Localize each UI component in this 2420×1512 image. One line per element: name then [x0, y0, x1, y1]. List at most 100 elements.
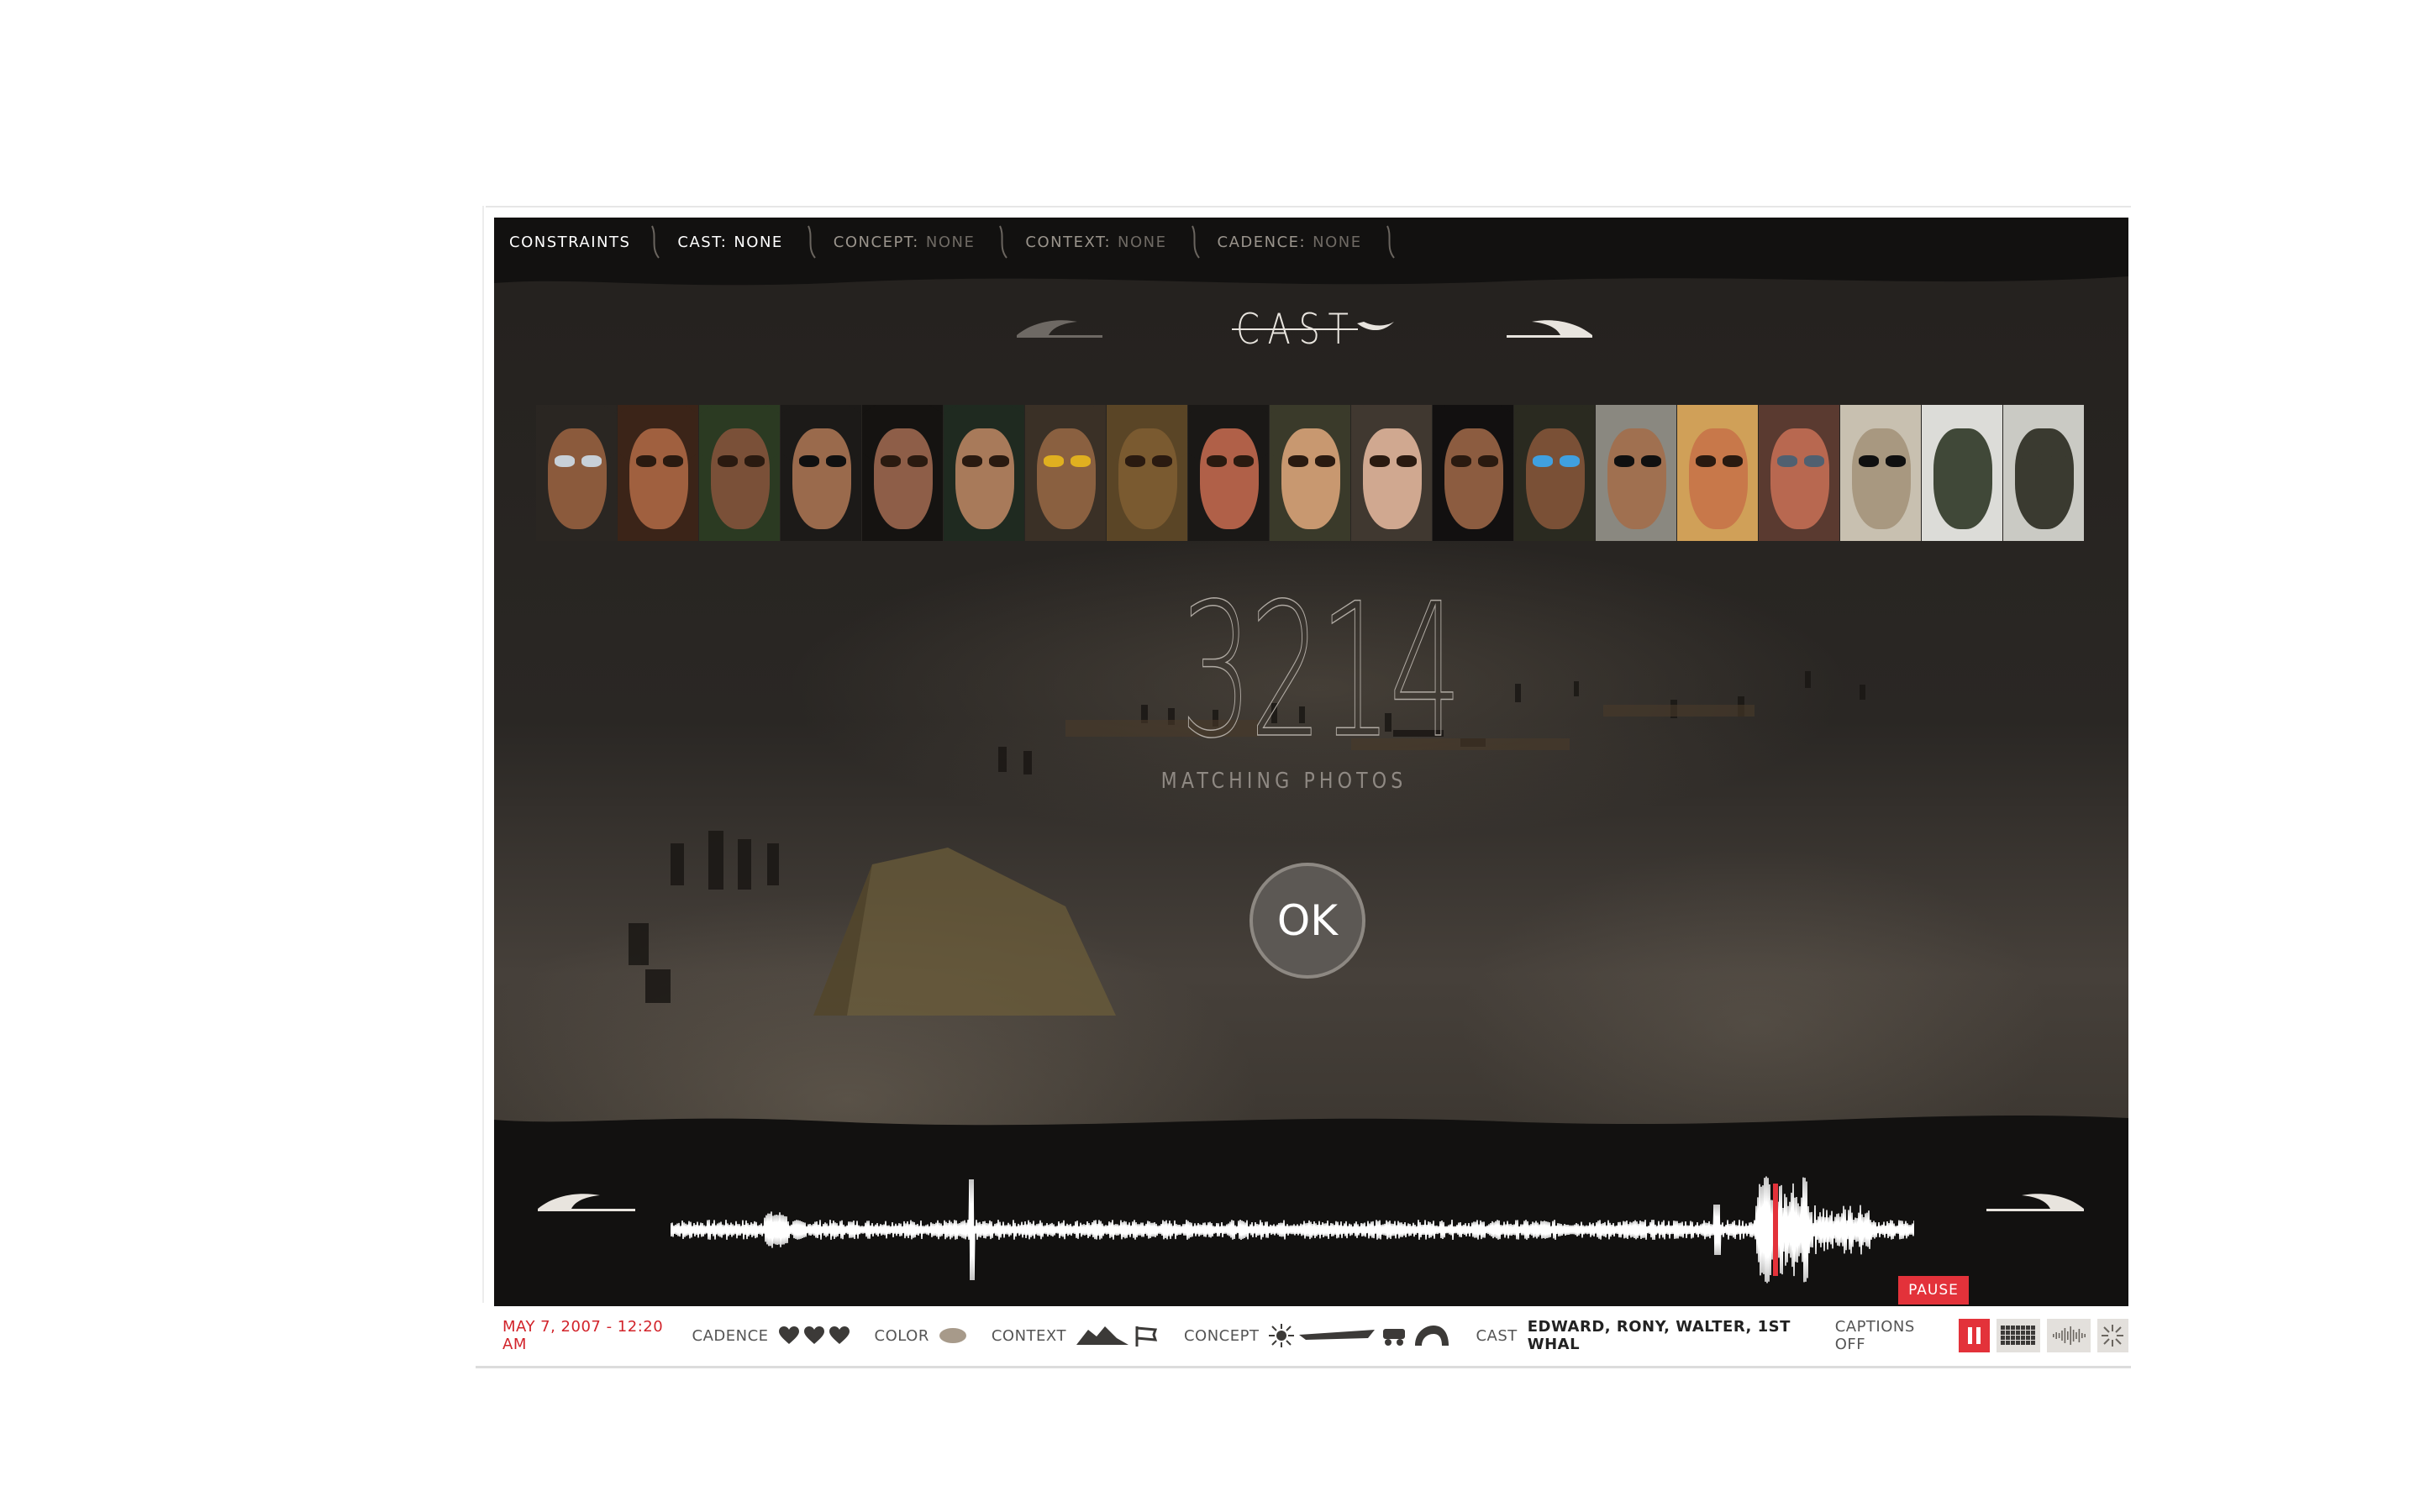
thumbnail-face [711, 428, 770, 529]
grid-cell [2031, 1341, 2036, 1345]
cast-thumbnail[interactable] [2003, 405, 2084, 541]
thumbnail-face [1852, 428, 1911, 529]
constraint-concept[interactable]: CONCEPT: NONE [834, 234, 997, 251]
title-flourish-icon [1357, 322, 1394, 331]
waveform-view-button[interactable] [2047, 1319, 2091, 1352]
thumbnail-eye [1533, 455, 1553, 467]
thumbnail-eye [581, 455, 602, 467]
whale-icon [1415, 1326, 1449, 1346]
frame-top-border [486, 206, 2131, 207]
thumbnail-face [1200, 428, 1259, 529]
grid-cell [2006, 1336, 2011, 1340]
timeline-prev-icon[interactable] [531, 1184, 640, 1221]
timeline-next-icon[interactable] [1981, 1184, 2091, 1221]
heart-icon [829, 1326, 850, 1344]
constraint-cast-key: CAST: [677, 233, 728, 251]
grid-cell [2026, 1336, 2031, 1340]
constraints-title: CONSTRAINTS [509, 233, 631, 251]
thumbnail-eye [1152, 455, 1172, 467]
pause-icon [1967, 1327, 1981, 1344]
concept-icons [1269, 1324, 1450, 1347]
captions-toggle[interactable]: CAPTIONS OFF [1835, 1318, 1943, 1353]
thumbnail-face [548, 428, 607, 529]
constraint-cadence-key: CADENCE: [1217, 233, 1307, 251]
thumbnail-eye [1859, 455, 1879, 467]
constraint-context-key: CONTEXT: [1025, 233, 1112, 251]
thumbnail-eye [962, 455, 982, 467]
waveform-icon [2053, 1326, 2086, 1345]
constraint-concept-value: NONE [925, 233, 976, 251]
thumbnail-eye [2022, 455, 2042, 467]
separator-icon [1191, 225, 1200, 259]
thumbnail-eye [1071, 455, 1091, 467]
constraint-cast[interactable]: CAST: NONE [677, 234, 804, 251]
cast-value: EDWARD, RONY, WALTER, 1ST WHAL [1527, 1318, 1791, 1353]
cast-thumbnail[interactable] [781, 405, 861, 541]
thumbnail-eye [1641, 455, 1661, 467]
grid-cell [2031, 1336, 2036, 1340]
constraints-bar: CONSTRAINTS CAST: NONE CONCEPT: NONE CON… [509, 225, 1413, 259]
wave-bar [2084, 1334, 2086, 1337]
separator-icon [1386, 225, 1395, 259]
cast-thumbnail[interactable] [1677, 405, 1758, 541]
grid-cell [2011, 1326, 2016, 1330]
title-strike [1232, 328, 1358, 330]
grid-cell [2001, 1326, 2006, 1330]
grid-cell [2016, 1336, 2021, 1340]
thumbnail-eye [744, 455, 765, 467]
thumbnail-face [1689, 428, 1748, 529]
cast-label: CAST [1476, 1326, 1518, 1345]
cast-thumbnail[interactable] [862, 405, 943, 541]
thumbnail-eye [1804, 455, 1824, 467]
waveform-signal [671, 1176, 1914, 1284]
grid-cell [2021, 1331, 2026, 1335]
playhead-marker[interactable] [1773, 1184, 1778, 1276]
wave-bar [2075, 1332, 2077, 1339]
ok-button[interactable]: OK [1249, 863, 1365, 979]
cast-thumbnail[interactable] [699, 405, 780, 541]
timeline-waveform[interactable] [671, 1167, 1914, 1293]
scatter-view-button[interactable] [2096, 1319, 2129, 1352]
color-label: COLOR [874, 1326, 929, 1345]
cast-thumbnail[interactable] [1188, 405, 1269, 541]
frame-left-border [482, 206, 484, 1303]
thumbnail-eye [1234, 455, 1254, 467]
grid-cell [2006, 1331, 2011, 1335]
cast-thumbnail[interactable] [1922, 405, 2002, 541]
cast-thumbnail[interactable] [1433, 405, 1513, 541]
grid-view-button[interactable] [1996, 1319, 2041, 1352]
grid-cell [2021, 1341, 2026, 1345]
thumbnail-eye [1370, 455, 1390, 467]
thumbnail-face [1037, 428, 1096, 529]
cast-thumbnail[interactable] [1351, 405, 1432, 541]
thumbnail-eye [1940, 455, 1960, 467]
cast-thumbnail[interactable] [1596, 405, 1676, 541]
cast-thumbnail[interactable] [1514, 405, 1595, 541]
wave-bar [2058, 1333, 2060, 1338]
cast-thumbnail[interactable] [536, 405, 617, 541]
cast-thumbnail[interactable] [618, 405, 698, 541]
thumbnail-eye [2049, 455, 2069, 467]
thumbnail-eye [555, 455, 575, 467]
cast-thumbnail[interactable] [944, 405, 1024, 541]
right-arrow-icon[interactable] [1498, 312, 1599, 345]
pause-button[interactable] [1959, 1319, 1991, 1352]
constraint-cadence[interactable]: CADENCE: NONE [1218, 234, 1384, 251]
cast-thumbnail[interactable] [1270, 405, 1350, 541]
thumbnail-eye [1886, 455, 1906, 467]
cast-thumbnail[interactable] [1025, 405, 1106, 541]
constraint-concept-key: CONCEPT: [833, 233, 919, 251]
constraint-cast-value: NONE [734, 233, 783, 251]
wave-bar [2064, 1328, 2066, 1343]
cast-thumbnail[interactable] [1840, 405, 1921, 541]
thumbnail-eye [881, 455, 901, 467]
thumbnail-eye [1560, 455, 1580, 467]
cast-thumbnail[interactable] [1759, 405, 1839, 541]
cast-thumbnail[interactable] [1107, 405, 1187, 541]
left-arrow-icon[interactable] [1010, 312, 1111, 345]
grid-cell [2001, 1336, 2006, 1340]
cadence-label: CADENCE [692, 1326, 769, 1345]
thumbnail-eye [989, 455, 1009, 467]
wave-bar [2061, 1331, 2063, 1341]
constraint-context[interactable]: CONTEXT: NONE [1025, 234, 1188, 251]
